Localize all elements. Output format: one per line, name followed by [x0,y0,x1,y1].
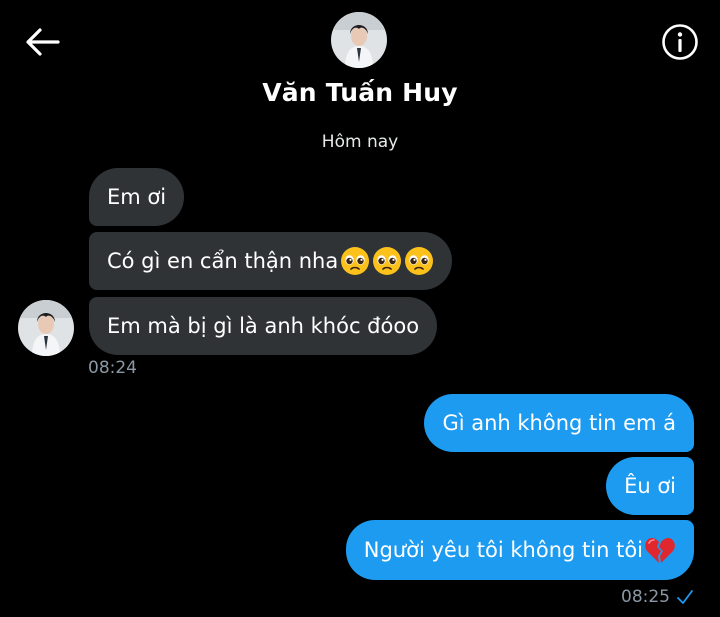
contact-name: Văn Tuấn Huy [262,78,458,107]
message-text: Em ơi [107,185,167,209]
avatar-image [331,12,387,68]
arrow-left-icon [26,28,60,56]
outgoing-message[interactable]: Gì anh không tin em á [424,394,694,452]
contact-avatar[interactable] [331,12,387,68]
info-button[interactable] [660,22,700,62]
message-timestamp: 08:25 [621,587,670,607]
pleading-face-emoji [373,247,402,275]
avatar-image [18,300,74,356]
pleading-face-emoji [341,247,370,275]
back-button[interactable] [22,24,62,60]
message-timestamp: 08:24 [88,358,137,378]
message-text: Có gì en cẩn thận nha [107,249,339,273]
incoming-message[interactable]: Có gì en cẩn thận nha [89,232,453,290]
read-check-icon [677,590,693,604]
info-circle-icon [662,24,698,60]
outgoing-message[interactable]: Người yêu tôi không tin tôi [345,520,694,580]
message-text: Em mà bị gì là anh khóc đóoo [107,314,420,338]
sender-avatar[interactable] [18,300,74,356]
message-text: Êu ơi [624,474,676,498]
pleading-face-emoji [405,247,434,275]
message-timestamp-row: 08:25 [621,587,694,607]
outgoing-message[interactable]: Êu ơi [606,457,694,515]
message-text: Gì anh không tin em á [442,411,676,435]
message-text: Người yêu tôi không tin tôi [363,538,643,562]
incoming-message[interactable]: Em ơi [89,168,185,226]
incoming-message[interactable]: Em mà bị gì là anh khóc đóoo [89,297,438,355]
broken-heart-emoji [645,538,675,563]
date-separator: Hôm nay [321,132,399,152]
